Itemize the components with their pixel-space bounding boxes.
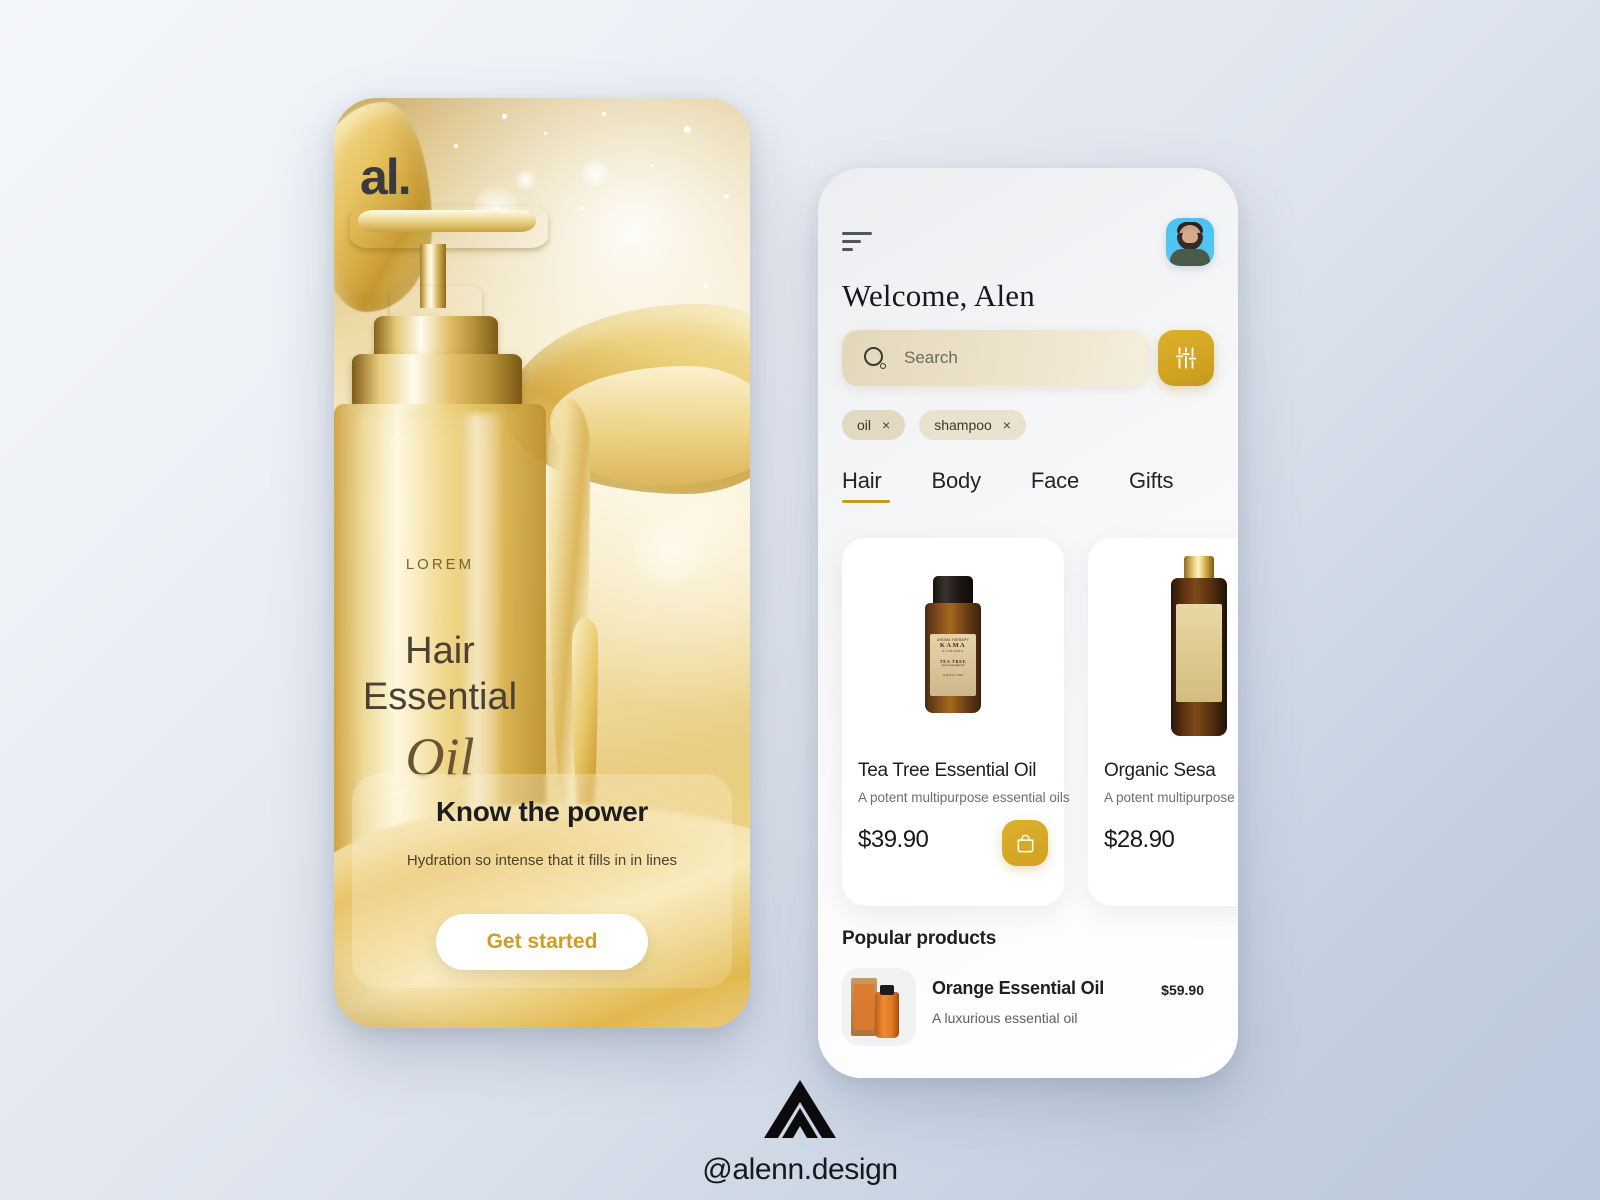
avatar[interactable] (1166, 218, 1214, 266)
close-icon[interactable]: × (882, 418, 890, 432)
category-tabs: Hair Body Face Gifts (842, 468, 1173, 503)
get-started-button[interactable]: Get started (436, 914, 648, 970)
tab-body[interactable]: Body (932, 468, 982, 503)
designer-handle: @alenn.design (702, 1153, 898, 1186)
sliders-filter-icon (1175, 347, 1197, 369)
onboarding-cta-panel: Know the power Hydration so intense that… (352, 774, 732, 988)
alenn-triangle-logo (764, 1080, 836, 1138)
product-description: A potent multipurpose es (1104, 790, 1238, 805)
avatar-body (1170, 249, 1210, 266)
footer-branding: @alenn.design (0, 1078, 1600, 1187)
page-title: Welcome, Alen (842, 278, 1035, 313)
filter-chips: oil × shampoo × (842, 410, 1026, 440)
cta-subtitle: Hydration so intense that it fills in in… (406, 852, 678, 869)
onboarding-phone-mockup: LOREM Hair Essential Oil al. Know the po… (334, 98, 750, 1028)
bottle-brand-text: LOREM (405, 556, 475, 573)
product-price: $59.90 (1161, 982, 1204, 998)
product-price: $39.90 (858, 826, 929, 853)
product-name: Tea Tree Essential Oil (858, 760, 1037, 781)
product-name: Organic Sesa (1104, 760, 1216, 781)
pump-cap-highlight (358, 210, 536, 232)
pump-collar-lower (352, 354, 522, 410)
product-bottle (875, 992, 899, 1038)
filter-button[interactable] (1158, 330, 1214, 386)
app-screen: Welcome, Alen oil × shampoo (818, 168, 1238, 1078)
label-line-6: 0.41 fl oz / 12ml (943, 673, 963, 678)
product-name: Orange Essential Oil (932, 978, 1105, 998)
label-line-5: pure essential oil (941, 663, 965, 668)
product-bottle-cap (880, 985, 894, 995)
menu-line (842, 248, 853, 251)
bottle-label-line1: Hair (405, 630, 475, 672)
organic-sesame-bottle-illustration (1165, 556, 1233, 738)
product-image: AROMA THERAPY KAMA AYURVEDA TEA TREE pur… (842, 538, 1064, 756)
menu-line (842, 232, 872, 235)
tab-face[interactable]: Face (1031, 468, 1079, 503)
product-box-label (854, 984, 874, 1030)
list-item[interactable]: Orange Essential Oil A luxurious essenti… (838, 968, 1218, 1046)
avatar-face (1182, 230, 1198, 243)
cta-title: Know the power (435, 796, 649, 827)
bottle-label (1176, 604, 1222, 702)
popular-products-heading: Popular products (842, 928, 997, 949)
app-home-phone-mockup: Welcome, Alen oil × shampoo (818, 168, 1238, 1078)
product-thumbnail (842, 968, 916, 1046)
filter-chip-oil[interactable]: oil × (842, 410, 906, 440)
product-image (1088, 538, 1238, 756)
chip-label: shampoo (934, 417, 992, 433)
tab-hair[interactable]: Hair (842, 468, 890, 503)
product-card-carousel[interactable]: AROMA THERAPY KAMA AYURVEDA TEA TREE pur… (818, 538, 1238, 906)
app-brand-logo: al. (360, 149, 412, 205)
product-price: $28.90 (1104, 826, 1175, 853)
product-card[interactable]: Organic Sesa A potent multipurpose es $2… (1088, 538, 1238, 906)
add-to-bag-button[interactable] (1002, 820, 1048, 866)
shopping-bag-icon (1017, 834, 1033, 852)
chip-label: oil (857, 417, 872, 433)
label-line-3: AYURVEDA (942, 649, 964, 654)
product-description: A luxurious essential oil (932, 1010, 1078, 1026)
product-description: A potent multipurpose essential oils (858, 790, 1070, 805)
search-input[interactable] (904, 348, 1104, 368)
tea-tree-bottle-illustration: AROMA THERAPY KAMA AYURVEDA TEA TREE pur… (921, 576, 985, 716)
bottle-label-line2: Essential (362, 676, 518, 718)
search-icon (864, 347, 886, 369)
product-card[interactable]: AROMA THERAPY KAMA AYURVEDA TEA TREE pur… (842, 538, 1070, 906)
bottle-label: AROMA THERAPY KAMA AYURVEDA TEA TREE pur… (930, 634, 976, 696)
bottle-cap (933, 576, 973, 606)
filter-chip-shampoo[interactable]: shampoo × (919, 410, 1026, 440)
menu-line (842, 240, 861, 243)
close-icon[interactable]: × (1003, 418, 1011, 432)
tab-gifts[interactable]: Gifts (1129, 468, 1173, 503)
bottle-cap (1184, 556, 1214, 580)
search-bar[interactable] (842, 330, 1148, 386)
hamburger-menu-icon[interactable] (842, 232, 872, 256)
